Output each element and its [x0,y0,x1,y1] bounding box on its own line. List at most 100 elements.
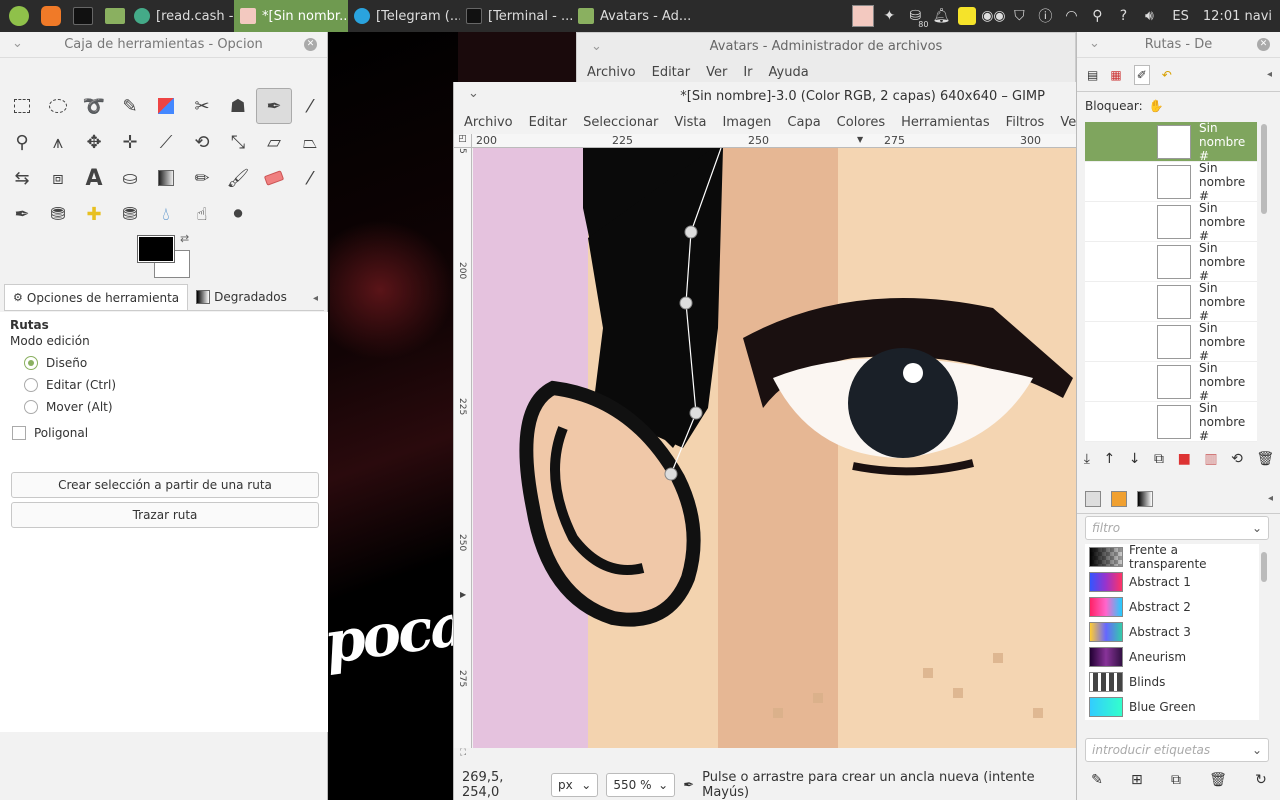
path-item[interactable]: Sin nombre # [1085,401,1257,442]
close-icon[interactable]: ✕ [1257,38,1270,51]
gradient-item[interactable]: Abstract 2 [1085,594,1259,619]
menu-archivo[interactable]: Archivo [456,115,521,130]
ink-icon[interactable]: ✒ [4,196,40,232]
delete-gradient-icon[interactable]: 🗑︎ [1209,772,1227,788]
measure-icon[interactable]: ⩚ [40,124,76,160]
path-item[interactable]: Sin nombre # [1085,241,1257,283]
radio-move-indicator[interactable] [24,400,38,414]
notification-bell-icon[interactable]: 🔔︎ [930,5,952,27]
path-to-selection-icon[interactable]: ■ [1178,451,1191,467]
ellipse-select-icon[interactable] [40,88,76,124]
stroke-path-button[interactable]: Trazar ruta [11,502,319,528]
path-item[interactable]: Sin nombre # [1085,281,1257,323]
radio-design-indicator[interactable] [24,356,38,370]
zoom-icon[interactable]: ⚲ [4,124,40,160]
gradients-tab-icon[interactable] [1137,490,1153,507]
edit-gradient-icon[interactable]: ✎ [1091,772,1103,788]
path-anchor[interactable] [689,406,703,420]
tab-gradients[interactable]: Degradados [188,284,295,310]
help-icon[interactable]: ? [1112,5,1134,27]
folder-icon[interactable] [102,3,128,29]
wifi-icon[interactable]: ◠ [1060,5,1082,27]
lock-position-icon[interactable]: ✋ [1149,99,1164,113]
firefox-icon[interactable] [38,3,64,29]
paintbrush-icon[interactable]: 🖌︎ [220,160,256,196]
foreground-select-icon[interactable]: ☗ [220,88,256,124]
path-anchor[interactable] [664,467,678,481]
heal-icon[interactable]: ✚ [76,196,112,232]
quick-mask-corner-icon[interactable]: ◰ [454,134,472,148]
mint-menu-icon[interactable] [6,3,32,29]
gradient-filter-input[interactable]: filtro ⌄ [1085,516,1269,540]
path-item[interactable]: Sin nombre # [1085,361,1257,403]
chevron-down-icon[interactable]: ⌄ [1089,36,1100,51]
gradient-item[interactable]: Abstract 3 [1085,619,1259,644]
paths-tool-icon[interactable]: ✒ [256,88,292,124]
image-canvas[interactable] [473,148,1078,748]
new-path-icon[interactable]: ⤓ [1084,451,1090,467]
duplicate-gradient-icon[interactable]: ⧉ [1171,772,1181,788]
fm-menu-ir[interactable]: Ir [735,65,760,80]
color-select-icon[interactable] [148,88,184,124]
scissors-icon[interactable]: ✂ [184,88,220,124]
gradient-item[interactable]: Frente a transparente [1085,544,1259,571]
new-gradient-icon[interactable]: ⊞ [1131,772,1143,788]
pencil-icon[interactable]: ✏ [184,160,220,196]
radio-move[interactable]: Mover (Alt) [0,396,328,418]
gradient-item[interactable]: Blinds [1085,669,1259,694]
duplicate-path-icon[interactable]: ⧉ [1154,451,1164,467]
airbrush-icon[interactable]: ⁄ [292,160,328,196]
perspective-clone-icon[interactable]: ⛃ [112,196,148,232]
cage-icon[interactable]: ⧈ [40,160,76,196]
eyes-icon[interactable]: ◉◉ [981,5,1005,27]
transform-icon[interactable]: ⟋ [148,124,184,160]
polygonal-checkbox-row[interactable]: Poligonal [0,422,328,444]
menu-herramientas[interactable]: Herramientas [893,115,998,130]
brushes-tab-icon[interactable] [1085,490,1101,507]
gradient-item[interactable]: Blue Green [1085,694,1259,719]
smudge-icon[interactable]: ☝ [184,196,220,232]
unit-select[interactable]: px ⌄ [551,773,599,797]
lasso-icon[interactable]: ➰ [76,88,112,124]
chevron-down-icon[interactable]: ⌄ [12,36,23,51]
paint-along-path-icon[interactable]: ⟲ [1231,451,1243,467]
radio-edit[interactable]: Editar (Ctrl) [0,374,328,396]
path-item[interactable]: Sin nombre # [1085,321,1257,363]
patterns-tab-icon[interactable] [1111,490,1127,507]
task-telegram[interactable]: [Telegram (... [348,0,460,32]
tab-menu-icon[interactable]: ◂ [1268,493,1273,504]
radio-edit-indicator[interactable] [24,378,38,392]
menu-editar[interactable]: Editar [521,115,576,130]
gradient-item[interactable]: Aneurism [1085,644,1259,669]
terminal-icon[interactable] [70,3,96,29]
raise-path-icon[interactable]: ↑ [1104,451,1116,467]
align-icon[interactable]: ✛ [112,124,148,160]
task-readcash[interactable]: [read.cash - ... [128,0,234,32]
fm-chevron-icon[interactable]: ⌄ [591,39,602,54]
path-item[interactable]: Sin nombre # [1085,161,1257,203]
task-filemanager[interactable]: Avatars - Ad... [572,0,690,32]
path-anchor[interactable] [684,225,698,239]
blend-icon[interactable] [148,160,184,196]
shear-icon[interactable]: ▱ [256,124,292,160]
gimp-chevron-icon[interactable]: ⌄ [468,86,479,101]
task-terminal[interactable]: [Terminal - ... [460,0,572,32]
volume-icon[interactable]: 🔊︎ [1138,5,1160,27]
rect-select-icon[interactable] [4,88,40,124]
create-selection-button[interactable]: Crear selección a partir de una ruta [11,472,319,498]
blur-icon[interactable]: 💧︎ [148,196,184,232]
tab-menu-icon[interactable]: ◂ [313,293,318,304]
lower-path-icon[interactable]: ↓ [1129,451,1141,467]
flip-icon[interactable]: ⇆ [4,160,40,196]
path-item[interactable]: Sin nombre # [1085,201,1257,243]
refresh-gradients-icon[interactable]: ↻ [1255,772,1267,788]
update-icon[interactable]: ⛁ 80 [904,5,929,29]
tag-input[interactable]: introducir etiquetas ⌄ [1085,738,1269,762]
fm-menu-ayuda[interactable]: Ayuda [761,65,817,80]
undo-history-tab-icon[interactable]: ↶ [1162,68,1172,82]
location-icon[interactable]: ⚲ [1086,5,1108,27]
task-gimp[interactable]: *[Sin nombr... [234,0,348,32]
fm-menu-ver[interactable]: Ver [698,65,735,80]
layers-tab-icon[interactable]: ▤ [1087,68,1098,82]
tab-menu-icon[interactable]: ◂ [1267,69,1272,80]
